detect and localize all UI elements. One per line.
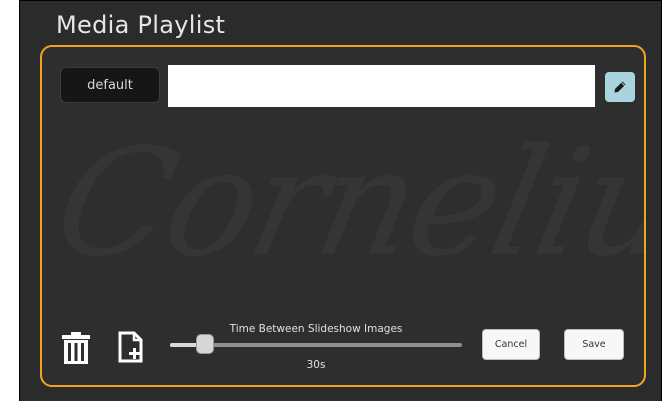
page: Media Playlist Cornelius default: [0, 0, 662, 401]
slideshow-interval-slider[interactable]: [170, 334, 462, 354]
slideshow-interval-label: Time Between Slideshow Images: [229, 323, 403, 335]
trash-icon: [62, 332, 90, 364]
media-playlist-dialog: Media Playlist Cornelius default: [20, 1, 661, 401]
pencil-icon: [614, 81, 626, 93]
left-margin: [0, 0, 20, 401]
add-media-button[interactable]: [118, 331, 144, 363]
add-file-icon: [118, 331, 143, 363]
edit-playlist-button[interactable]: [605, 72, 635, 102]
cancel-label: Cancel: [494, 339, 528, 350]
dialog-title: Media Playlist: [56, 11, 226, 39]
playlist-name-label: default: [87, 77, 133, 93]
save-button[interactable]: Save: [564, 329, 624, 360]
delete-button[interactable]: [62, 332, 90, 364]
save-label: Save: [582, 339, 606, 350]
slider-thumb[interactable]: [196, 334, 215, 354]
playlist-name-button[interactable]: default: [60, 67, 160, 103]
playlist-panel: Cornelius default: [40, 45, 646, 387]
slideshow-interval-value: 30s: [306, 359, 326, 371]
playlist-name-input[interactable]: [168, 65, 595, 107]
cancel-button[interactable]: Cancel: [482, 329, 540, 360]
watermark-logo: Cornelius: [42, 117, 644, 289]
